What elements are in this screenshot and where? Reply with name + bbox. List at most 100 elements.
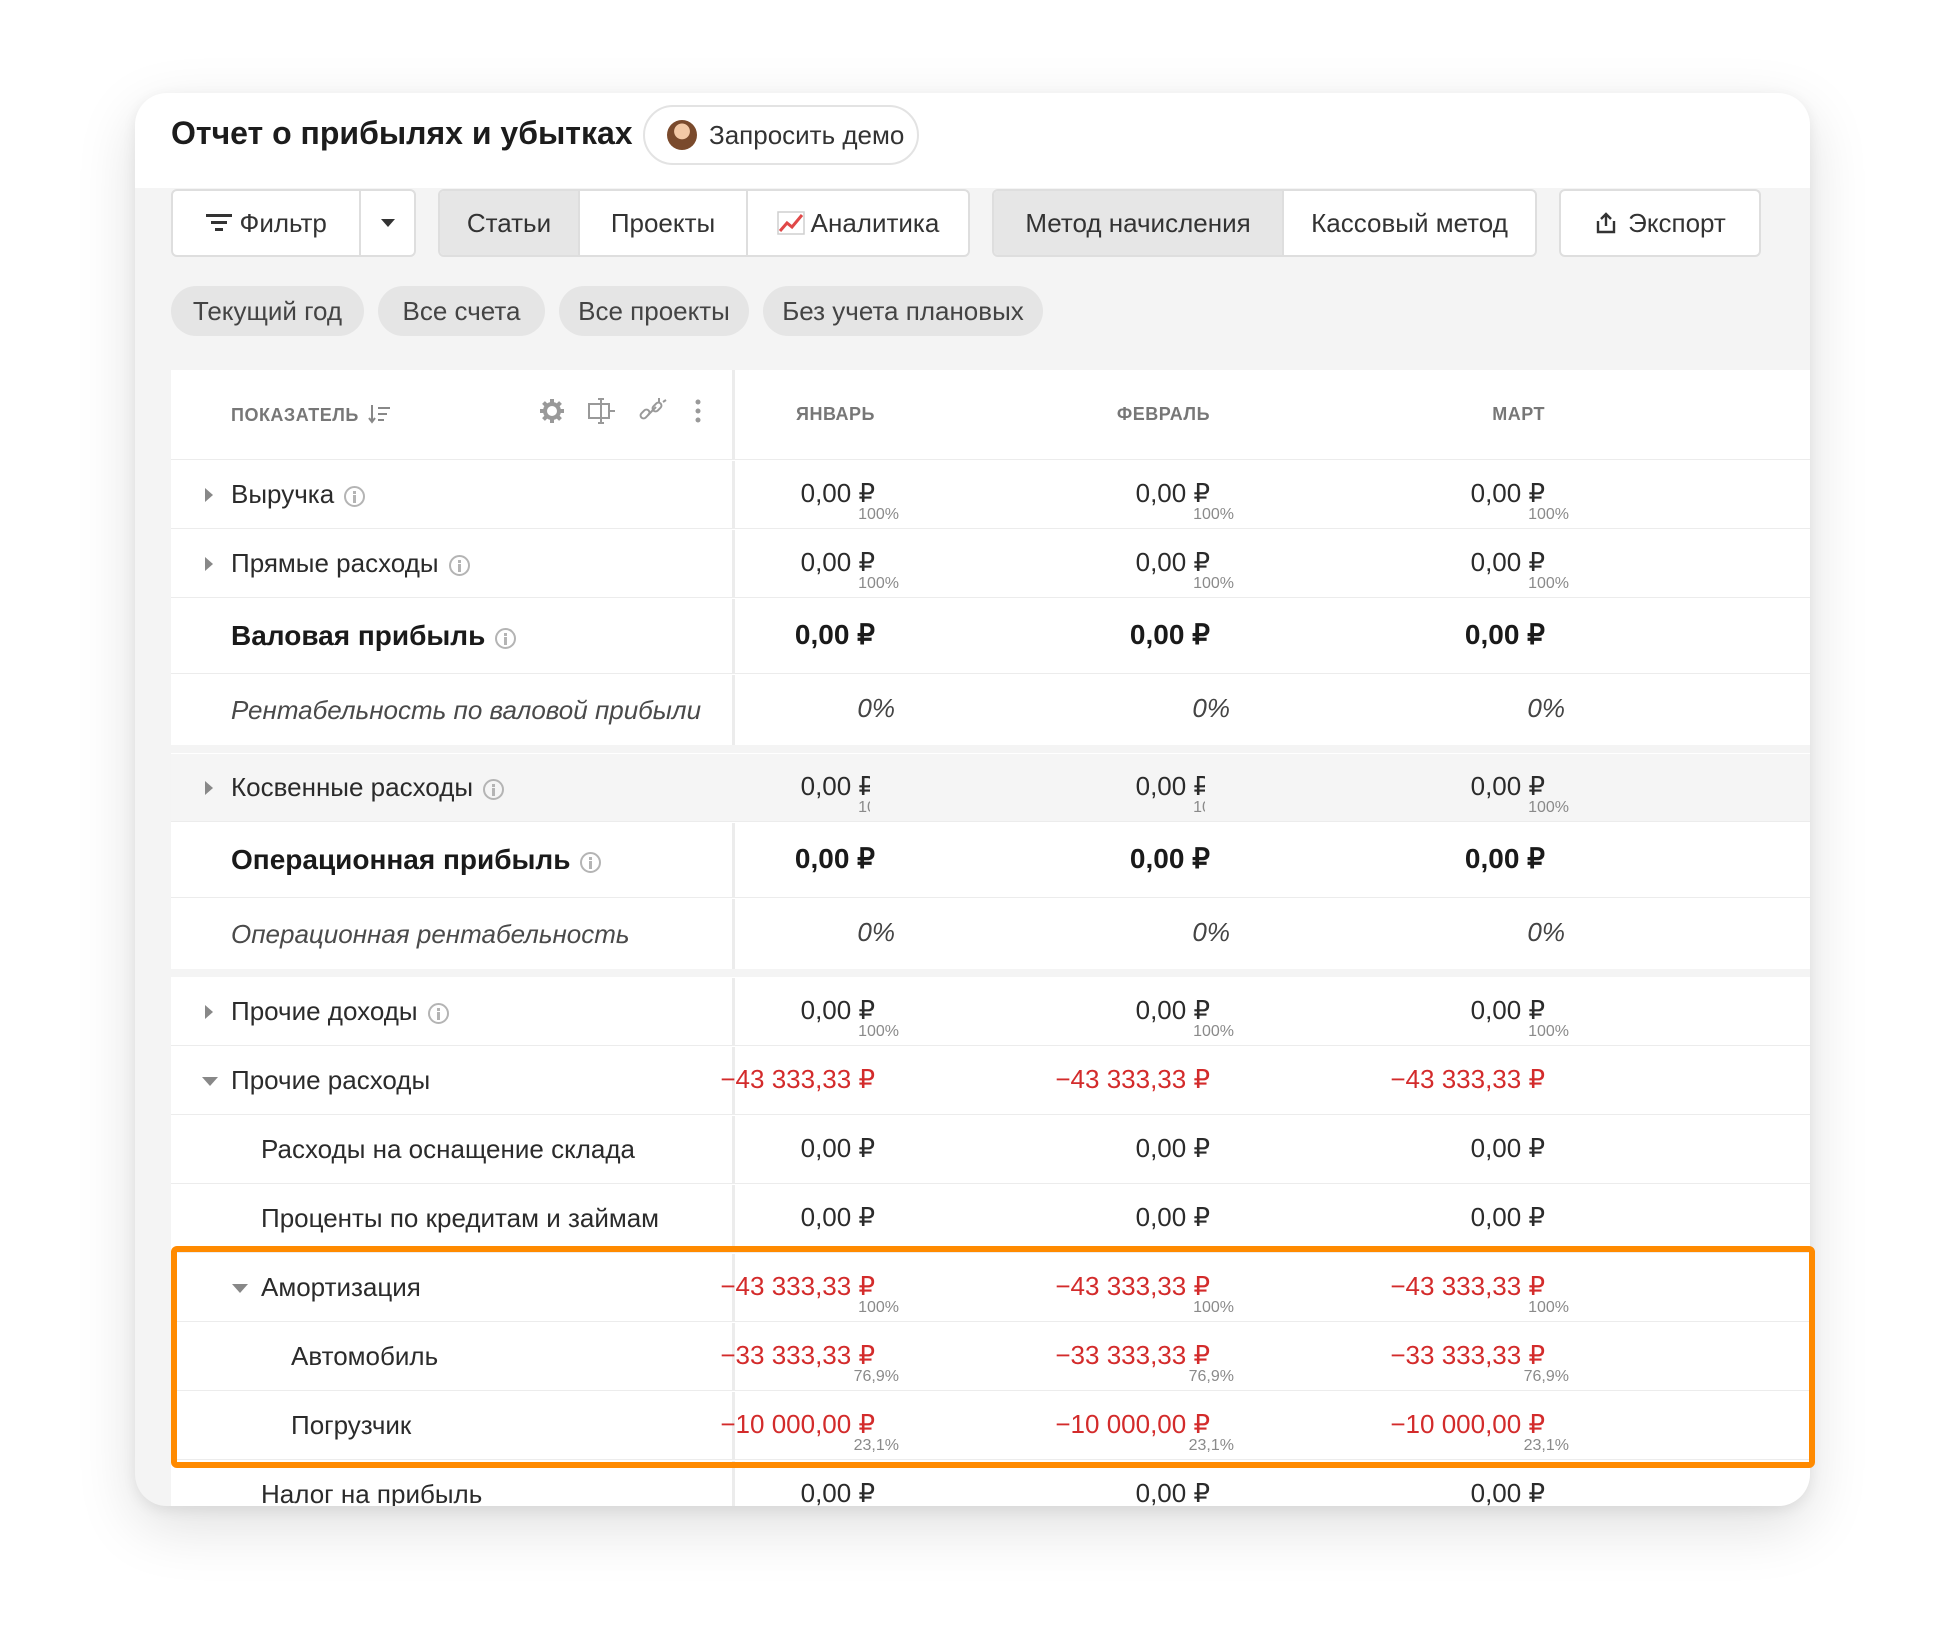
table-row[interactable]: Прочие доходы 0,00 ₽100% 0,00 ₽100% 0,00… xyxy=(171,978,1810,1046)
row-value: 0,00 ₽ xyxy=(1135,770,1210,801)
tab-cash-method[interactable]: Кассовый метод xyxy=(1284,191,1535,255)
info-icon[interactable] xyxy=(427,1003,449,1024)
value-cell: 0% xyxy=(1205,675,1565,745)
chip-current-year[interactable]: Текущий год xyxy=(171,286,364,336)
row-percent: 23,1% xyxy=(1523,1437,1569,1454)
value-cell: 0,00 ₽ xyxy=(1205,1116,1545,1183)
row-label: Погрузчик xyxy=(291,1410,412,1440)
info-icon[interactable] xyxy=(495,627,517,649)
row-percent: 100% xyxy=(1528,1023,1569,1040)
row-percent: 100% xyxy=(1528,575,1569,592)
value-cell: −10 000,00 ₽23,1% xyxy=(870,1392,1234,1459)
row-value: −10 000,00 ₽ xyxy=(720,1408,875,1439)
value-cell: 0,00 ₽100% xyxy=(870,530,1234,597)
value-cell: −33 333,33 ₽76,9% xyxy=(1205,1323,1569,1390)
chip-all-projects[interactable]: Все проекты xyxy=(559,286,749,336)
table-row[interactable]: Расходы на оснащение склада 0,00 ₽ 0,00 … xyxy=(171,1116,1810,1184)
value-cell: 0,00 ₽100% xyxy=(1205,530,1569,597)
row-value: −43 333,33 ₽ xyxy=(720,1063,875,1094)
header-month-cell: ФЕВРАЛЬ xyxy=(870,370,1210,459)
value-cell: 0,00 ₽ xyxy=(870,1116,1210,1183)
table-row[interactable]: Операционная прибыль 0,00 ₽ 0,00 ₽ 0,00 … xyxy=(171,823,1810,898)
table-row[interactable]: Амортизация −43 333,33 ₽100% −43 333,33 … xyxy=(171,1254,1810,1322)
filter-button[interactable]: Фильтр xyxy=(173,191,362,255)
caret-right-icon[interactable] xyxy=(205,556,213,571)
row-value: 0,00 ₽ xyxy=(1470,770,1545,801)
value-cell: 0,00 ₽ xyxy=(535,1461,875,1506)
row-value: 0,00 ₽ xyxy=(1129,842,1210,874)
caret-right-icon[interactable] xyxy=(205,780,213,795)
value-cell: 0,00 ₽ xyxy=(535,823,875,897)
report-card: Отчет о прибылях и убытках Запросить дем… xyxy=(135,93,1810,1506)
tab-analytics[interactable]: Аналитика xyxy=(748,191,968,255)
chip-current-year-label: Текущий год xyxy=(192,295,343,326)
pnl-table: ПОКАЗАТЕЛЬ ЯНВАРЬ ФЕВРАЛЬ МАРТ Выручка 0… xyxy=(171,370,1810,1506)
indicator-header[interactable]: ПОКАЗАТЕЛЬ xyxy=(231,404,392,426)
row-value: 0,00 ₽ xyxy=(1470,1132,1545,1163)
table-row[interactable]: Автомобиль −33 333,33 ₽76,9% −33 333,33 … xyxy=(171,1323,1810,1391)
request-demo-button[interactable]: Запросить демо xyxy=(643,105,919,165)
row-value: 0,00 ₽ xyxy=(1129,618,1210,650)
value-cell: 0% xyxy=(1205,899,1565,969)
row-value: 0,00 ₽ xyxy=(1135,1477,1210,1506)
caret-right-icon[interactable] xyxy=(205,487,213,502)
filter-dropdown-button[interactable] xyxy=(361,191,414,255)
table-row[interactable]: Валовая прибыль 0,00 ₽ 0,00 ₽ 0,00 ₽ xyxy=(171,599,1810,674)
chip-without-planned-label: Без учета плановых xyxy=(782,295,1024,326)
table-row[interactable]: Рентабельность по валовой прибыли 0% 0% … xyxy=(171,675,1810,753)
table-row[interactable]: Прямые расходы 0,00 ₽100% 0,00 ₽100% 0,0… xyxy=(171,530,1810,598)
table-row[interactable]: Операционная рентабельность 0% 0% 0% xyxy=(171,899,1810,977)
caret-right-icon[interactable] xyxy=(205,1004,213,1019)
tab-projects[interactable]: Проекты xyxy=(580,191,748,255)
value-cell: 0,00 ₽ xyxy=(870,599,1210,673)
value-cell: 0,00 ₽ xyxy=(535,1116,875,1183)
value-cell: 0,00 ₽100% xyxy=(870,461,1234,528)
caret-down-icon[interactable] xyxy=(232,1283,248,1293)
value-cell: 0,00 ₽100% xyxy=(1205,978,1569,1045)
value-cell: −43 333,33 ₽100% xyxy=(870,1254,1234,1321)
tab-articles[interactable]: Статьи xyxy=(440,191,580,255)
row-value: −33 333,33 ₽ xyxy=(1055,1339,1210,1370)
tab-projects-label: Проекты xyxy=(610,207,716,238)
value-cell: 0,00 ₽100% xyxy=(1205,461,1569,528)
value-cell: −33 333,33 ₽76,9% xyxy=(870,1323,1234,1390)
caret-down-icon[interactable] xyxy=(202,1076,218,1086)
info-icon[interactable] xyxy=(344,486,366,507)
value-cell: 0,00 ₽ xyxy=(1205,1185,1545,1252)
row-label: Амортизация xyxy=(261,1272,421,1302)
row-value: −43 333,33 ₽ xyxy=(1390,1063,1545,1094)
value-cell: 0,00 ₽ xyxy=(535,599,875,673)
table-row[interactable]: Погрузчик −10 000,00 ₽23,1% −10 000,00 ₽… xyxy=(171,1392,1810,1460)
tab-cash-label: Кассовый метод xyxy=(1311,207,1508,238)
indicator-header-label: ПОКАЗАТЕЛЬ xyxy=(231,405,359,425)
export-button[interactable]: Экспорт xyxy=(1561,191,1759,255)
info-icon[interactable] xyxy=(483,779,505,800)
row-value: 0,00 ₽ xyxy=(800,770,875,801)
tab-articles-label: Статьи xyxy=(466,207,552,238)
row-value: −43 333,33 ₽ xyxy=(1390,1270,1545,1301)
row-value: 0,00 ₽ xyxy=(800,1132,875,1163)
table-row[interactable]: Выручка 0,00 ₽100% 0,00 ₽100% 0,00 ₽100% xyxy=(171,461,1810,529)
value-cell: −33 333,33 ₽76,9% xyxy=(535,1323,899,1390)
row-value: −43 333,33 ₽ xyxy=(1055,1270,1210,1301)
row-value: 0,00 ₽ xyxy=(800,477,875,508)
table-row[interactable]: Налог на прибыль 0,00 ₽ 0,00 ₽ 0,00 ₽ xyxy=(171,1461,1810,1506)
row-value: 0% xyxy=(1527,916,1565,947)
table-row[interactable]: Прочие расходы −43 333,33 ₽ −43 333,33 ₽… xyxy=(171,1047,1810,1115)
value-cell: −43 333,33 ₽100% xyxy=(535,1254,899,1321)
request-demo-label: Запросить демо xyxy=(709,119,905,150)
value-cell: −10 000,00 ₽23,1% xyxy=(1205,1392,1569,1459)
info-icon[interactable] xyxy=(448,555,470,576)
table-row[interactable]: Косвенные расходы 0,00 ₽100% 0,00 ₽100% … xyxy=(171,754,1810,822)
table-row[interactable]: Проценты по кредитам и займам 0,00 ₽ 0,0… xyxy=(171,1185,1810,1253)
tab-accrual-method[interactable]: Метод начисления xyxy=(994,191,1284,255)
row-value: 0,00 ₽ xyxy=(1135,1132,1210,1163)
chip-without-planned[interactable]: Без учета плановых xyxy=(763,286,1043,336)
avatar xyxy=(667,120,697,150)
row-label: Выручка xyxy=(231,479,335,509)
row-percent: 76,9% xyxy=(1523,1368,1569,1385)
row-label: Операционная прибыль xyxy=(231,844,571,875)
row-percent: 100% xyxy=(1528,799,1569,816)
chip-all-accounts[interactable]: Все счета xyxy=(378,286,545,336)
row-value: 0,00 ₽ xyxy=(1135,546,1210,577)
